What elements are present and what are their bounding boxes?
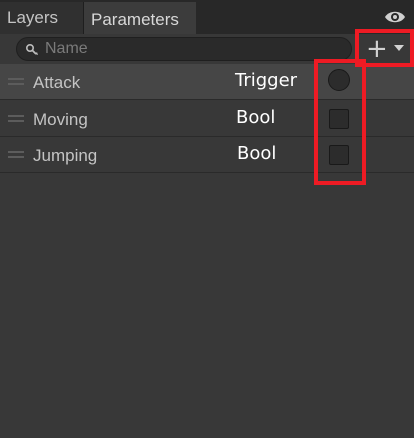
tab-layers[interactable]: Layers	[0, 2, 84, 34]
drag-handle-icon[interactable]	[8, 115, 24, 122]
parameter-row-moving[interactable]: Moving Bool	[0, 101, 414, 137]
parameter-type: Bool	[237, 143, 277, 164]
tab-parameters[interactable]: Parameters	[84, 2, 196, 34]
drag-handle-icon[interactable]	[8, 151, 24, 158]
drag-handle-icon[interactable]	[8, 78, 24, 85]
search-icon	[25, 43, 38, 55]
eye-icon[interactable]	[384, 8, 406, 26]
tab-bar: Layers Parameters	[0, 0, 414, 34]
parameter-row-attack[interactable]: Attack Trigger	[0, 64, 414, 100]
parameter-name[interactable]: Jumping	[33, 146, 97, 166]
parameters-toolbar: +	[0, 34, 414, 64]
search-field[interactable]	[16, 37, 352, 61]
parameter-name[interactable]: Moving	[33, 110, 88, 130]
parameter-type: Bool	[236, 107, 276, 128]
bool-checkbox[interactable]	[329, 109, 349, 129]
parameter-name[interactable]: Attack	[33, 73, 80, 93]
parameter-type: Trigger	[235, 70, 298, 91]
bool-checkbox[interactable]	[329, 145, 349, 165]
add-parameter-button[interactable]: +	[358, 34, 408, 64]
chevron-down-icon	[394, 45, 404, 51]
search-input[interactable]	[45, 39, 345, 59]
parameter-row-jumping[interactable]: Jumping Bool	[0, 137, 414, 173]
trigger-radio-button[interactable]	[328, 69, 350, 91]
plus-icon: +	[366, 34, 388, 64]
